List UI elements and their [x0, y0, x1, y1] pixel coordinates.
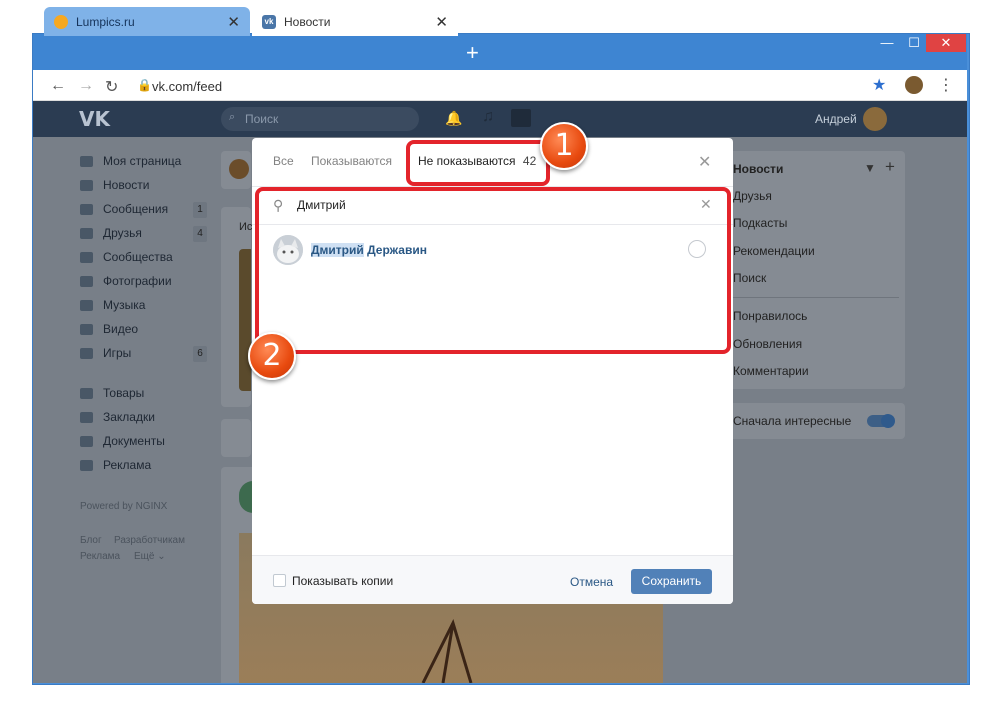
- games-count-badge: 6: [193, 346, 207, 362]
- right-menu-comments[interactable]: Комментарии: [733, 364, 809, 378]
- interesting-first-label: Сначала интересные: [733, 414, 852, 428]
- star-icon: [80, 411, 93, 423]
- music-note-icon: [80, 299, 93, 311]
- vk-user-name[interactable]: Андрей: [815, 112, 857, 126]
- show-copies-checkbox[interactable]: [273, 574, 286, 587]
- tab-strip: [33, 34, 967, 70]
- reload-icon[interactable]: ↻: [105, 77, 118, 97]
- new-tab-button[interactable]: +: [466, 40, 479, 66]
- step-badge-1: 1: [540, 122, 588, 170]
- footer-link-developers[interactable]: Разработчикам: [114, 535, 185, 546]
- lock-icon: 🔒: [137, 78, 152, 92]
- search-icon: ⌕: [229, 111, 236, 123]
- tab-lumpics[interactable]: Lumpics.ru ✕: [44, 7, 250, 36]
- avatar: [229, 159, 249, 179]
- url-field[interactable]: vk.com/feed: [152, 79, 222, 94]
- sidebar-item-news[interactable]: Новости: [80, 178, 149, 192]
- footer-link-blog[interactable]: Блог: [80, 535, 102, 546]
- save-button[interactable]: Сохранить: [631, 569, 712, 594]
- close-tab-icon[interactable]: ✕: [227, 13, 240, 31]
- friends-icon: [80, 227, 93, 239]
- highlight-search-area: [255, 187, 731, 354]
- sidebar-item-documents[interactable]: Документы: [80, 434, 165, 448]
- video-icon: [80, 323, 93, 335]
- document-icon: [80, 435, 93, 447]
- sidebar-item-my-page[interactable]: Моя страница: [80, 154, 181, 168]
- toggle-knob: [881, 414, 895, 428]
- friends-count-badge: 4: [193, 226, 207, 242]
- vk-favicon-icon: vk: [262, 14, 276, 29]
- close-window-icon[interactable]: ✕: [926, 34, 966, 52]
- sidebar-item-goods[interactable]: Товары: [80, 386, 144, 400]
- tab-news[interactable]: vk Новости ✕: [252, 7, 458, 36]
- right-menu-liked[interactable]: Понравилось: [733, 309, 807, 323]
- step-badge-2: 2: [248, 332, 296, 380]
- minimize-icon[interactable]: —: [876, 34, 898, 52]
- right-menu-friends[interactable]: Друзья: [733, 189, 772, 203]
- profile-avatar[interactable]: [905, 76, 923, 94]
- highlight-hidden-tab: [406, 140, 550, 186]
- sidebar-item-friends[interactable]: Друзья: [80, 226, 142, 240]
- sidebar-item-communities[interactable]: Сообщества: [80, 250, 173, 264]
- bookmark-star-icon[interactable]: ★: [872, 75, 886, 95]
- sidebar-item-music[interactable]: Музыка: [80, 298, 145, 312]
- menu-dots-icon[interactable]: ⋮: [938, 75, 954, 95]
- goods-icon: [80, 387, 93, 399]
- footer-link-more[interactable]: Ещё ⌄: [134, 551, 166, 562]
- sidebar-item-games[interactable]: Игры: [80, 346, 131, 360]
- right-menu-podcasts[interactable]: Подкасты: [733, 216, 787, 230]
- stories-label: Ис: [239, 221, 253, 233]
- tab-all[interactable]: Все: [273, 154, 294, 168]
- feed-filter-card: [221, 419, 251, 457]
- close-dialog-icon[interactable]: ✕: [698, 152, 711, 172]
- close-tab-icon[interactable]: ✕: [435, 13, 448, 31]
- lumpics-favicon-icon: [54, 14, 68, 29]
- powered-by: Powered by NGINX: [80, 501, 168, 512]
- tab-shown[interactable]: Показываются: [311, 154, 392, 168]
- post-image-figure: [421, 618, 473, 683]
- music-icon[interactable]: ♫: [482, 108, 494, 126]
- footer-link-ads[interactable]: Реклама: [80, 551, 120, 562]
- maximize-icon[interactable]: ☐: [903, 34, 925, 52]
- vk-search-input[interactable]: Поиск: [221, 107, 419, 131]
- tab-title: Lumpics.ru: [76, 14, 135, 29]
- gamepad-icon: [80, 347, 93, 359]
- camera-icon: [80, 275, 93, 287]
- filter-icon[interactable]: ▼: [864, 161, 876, 175]
- add-icon[interactable]: +: [885, 157, 895, 177]
- sidebar-item-ads[interactable]: Реклама: [80, 458, 151, 472]
- messages-count-badge: 1: [193, 202, 207, 218]
- vk-logo[interactable]: VK: [79, 107, 110, 131]
- home-icon: [80, 155, 93, 167]
- news-icon: [80, 179, 93, 191]
- back-icon[interactable]: ←: [50, 77, 66, 95]
- right-menu-news[interactable]: Новости: [733, 162, 783, 176]
- player-icon[interactable]: [511, 109, 531, 127]
- show-copies-label[interactable]: Показывать копии: [292, 574, 393, 588]
- sidebar-item-photos[interactable]: Фотографии: [80, 274, 172, 288]
- bell-icon[interactable]: 🔔: [445, 110, 462, 127]
- cancel-button[interactable]: Отмена: [570, 575, 613, 589]
- sidebar-item-messages[interactable]: Сообщения: [80, 202, 168, 216]
- vk-user-avatar[interactable]: [863, 107, 887, 131]
- sidebar-item-bookmarks[interactable]: Закладки: [80, 410, 155, 424]
- communities-icon: [80, 251, 93, 263]
- right-menu-search[interactable]: Поиск: [733, 271, 766, 285]
- right-menu-recommendations[interactable]: Рекомендации: [733, 244, 815, 258]
- story-thumbnail[interactable]: [239, 249, 251, 391]
- sidebar-item-video[interactable]: Видео: [80, 322, 138, 336]
- megaphone-icon: [80, 459, 93, 471]
- tab-title: Новости: [284, 14, 331, 29]
- messages-icon: [80, 203, 93, 215]
- forward-icon[interactable]: →: [78, 77, 94, 95]
- right-menu-updates[interactable]: Обновления: [733, 337, 802, 351]
